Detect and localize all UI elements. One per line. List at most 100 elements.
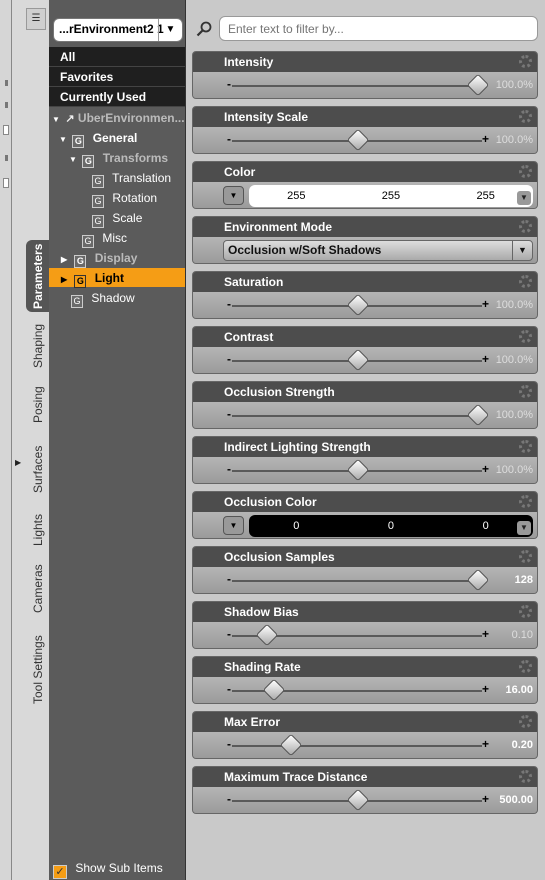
slider-knob[interactable] bbox=[466, 403, 490, 427]
filter-input[interactable] bbox=[219, 16, 538, 41]
chevron-down-icon[interactable]: ▼ bbox=[59, 135, 69, 144]
gear-icon[interactable] bbox=[519, 550, 532, 563]
param-value[interactable]: 100.0% bbox=[496, 134, 533, 146]
minus-icon[interactable]: - bbox=[227, 627, 231, 641]
tree-node-scale[interactable]: G Scale bbox=[92, 211, 142, 231]
color-channel-b[interactable]: 255 bbox=[476, 190, 494, 202]
slider-knob[interactable] bbox=[466, 73, 490, 97]
gear-icon[interactable] bbox=[519, 660, 532, 673]
param-value[interactable]: 0.20 bbox=[512, 739, 533, 751]
plus-icon[interactable]: + bbox=[482, 352, 489, 366]
tree-node-general[interactable]: ▼ G General bbox=[59, 131, 137, 151]
gear-icon[interactable] bbox=[519, 165, 532, 178]
color-picker-button[interactable]: ▼ bbox=[223, 516, 244, 535]
group-currently-used[interactable]: Currently Used bbox=[49, 87, 185, 107]
plus-icon[interactable]: + bbox=[482, 132, 489, 146]
param-value[interactable]: 100.0% bbox=[496, 299, 533, 311]
param-value[interactable]: 16.00 bbox=[505, 684, 533, 696]
color-picker-button[interactable]: ▼ bbox=[223, 186, 244, 205]
param-value[interactable]: 128 bbox=[515, 574, 533, 586]
color-channel-r[interactable]: 255 bbox=[287, 190, 305, 202]
tree-node-light[interactable]: ▶ G Light bbox=[61, 271, 124, 291]
chevron-down-icon[interactable]: ▼ bbox=[517, 191, 531, 205]
minus-icon[interactable]: - bbox=[227, 737, 231, 751]
plus-icon[interactable]: + bbox=[482, 297, 489, 311]
gear-icon[interactable] bbox=[519, 55, 532, 68]
tree-node-translation[interactable]: G Translation bbox=[92, 171, 171, 191]
minus-icon[interactable]: - bbox=[227, 352, 231, 366]
param-value[interactable]: 500.00 bbox=[499, 794, 533, 806]
plus-icon[interactable]: + bbox=[482, 682, 489, 696]
group-all[interactable]: All bbox=[49, 47, 185, 67]
slider-knob[interactable] bbox=[279, 733, 303, 757]
tab-tool-settings[interactable]: Tool Settings bbox=[26, 630, 50, 710]
pane-options-button[interactable]: ☰ bbox=[26, 8, 46, 30]
color-swatch[interactable]: 0 0 0 bbox=[249, 515, 533, 537]
node-selector[interactable]: ...rEnvironment2 1 ▼ bbox=[53, 18, 183, 42]
chevron-down-icon[interactable]: ▼ bbox=[69, 155, 79, 164]
minus-icon[interactable]: - bbox=[227, 572, 231, 586]
chevron-down-icon[interactable]: ▼ bbox=[158, 19, 182, 41]
gear-icon[interactable] bbox=[519, 605, 532, 618]
gear-icon[interactable] bbox=[519, 275, 532, 288]
gear-icon[interactable] bbox=[519, 495, 532, 508]
slider-knob[interactable] bbox=[346, 293, 370, 317]
slider-knob[interactable] bbox=[262, 678, 286, 702]
chevron-right-icon[interactable]: ▶ bbox=[61, 275, 71, 284]
tab-posing[interactable]: Posing bbox=[26, 380, 50, 430]
checkbox-checked-icon[interactable]: ✓ bbox=[53, 865, 67, 879]
slider-knob[interactable] bbox=[346, 348, 370, 372]
chevron-down-icon[interactable]: ▼ bbox=[517, 521, 531, 535]
slider-knob[interactable] bbox=[346, 458, 370, 482]
plus-icon[interactable]: + bbox=[482, 627, 489, 641]
slider-knob[interactable] bbox=[466, 568, 490, 592]
chevron-down-icon[interactable]: ▼ bbox=[52, 115, 62, 124]
gear-icon[interactable] bbox=[519, 770, 532, 783]
tab-lights[interactable]: Lights bbox=[26, 510, 50, 550]
slider-knob[interactable] bbox=[346, 788, 370, 812]
plus-icon[interactable]: + bbox=[482, 792, 489, 806]
tab-shaping[interactable]: Shaping bbox=[26, 320, 50, 372]
param-value[interactable]: 100.0% bbox=[496, 464, 533, 476]
slider-track[interactable] bbox=[232, 745, 482, 747]
slider-track[interactable] bbox=[232, 415, 482, 417]
gear-icon[interactable] bbox=[519, 330, 532, 343]
gear-icon[interactable] bbox=[519, 715, 532, 728]
tab-cameras[interactable]: Cameras bbox=[26, 560, 50, 618]
tree-node-transforms[interactable]: ▼ G Transforms bbox=[69, 151, 168, 171]
minus-icon[interactable]: - bbox=[227, 297, 231, 311]
minus-icon[interactable]: - bbox=[227, 792, 231, 806]
chevron-down-icon[interactable]: ▼ bbox=[512, 241, 532, 260]
slider-knob[interactable] bbox=[255, 623, 279, 647]
color-channel-r[interactable]: 0 bbox=[293, 520, 299, 532]
param-value[interactable]: 100.0% bbox=[496, 354, 533, 366]
tree-node-rotation[interactable]: G Rotation bbox=[92, 191, 157, 211]
tree-node-root[interactable]: ▼ ↗ UberEnvironmen... bbox=[52, 111, 185, 131]
minus-icon[interactable]: - bbox=[227, 132, 231, 146]
param-value[interactable]: 0.10 bbox=[512, 629, 533, 641]
expand-arrow-icon[interactable]: ▶ bbox=[15, 458, 21, 467]
chevron-right-icon[interactable]: ▶ bbox=[61, 255, 71, 264]
slider-track[interactable] bbox=[232, 580, 482, 582]
gear-icon[interactable] bbox=[519, 385, 532, 398]
tree-node-misc[interactable]: G Misc bbox=[82, 231, 127, 251]
minus-icon[interactable]: - bbox=[227, 462, 231, 476]
gear-icon[interactable] bbox=[519, 220, 532, 233]
param-value[interactable]: 100.0% bbox=[496, 409, 533, 421]
plus-icon[interactable]: + bbox=[482, 462, 489, 476]
minus-icon[interactable]: - bbox=[227, 682, 231, 696]
color-channel-g[interactable]: 0 bbox=[388, 520, 394, 532]
color-channel-b[interactable]: 0 bbox=[483, 520, 489, 532]
plus-icon[interactable]: + bbox=[482, 737, 489, 751]
minus-icon[interactable]: - bbox=[227, 77, 231, 91]
group-favorites[interactable]: Favorites bbox=[49, 67, 185, 87]
param-value[interactable]: 100.0% bbox=[496, 79, 533, 91]
tab-surfaces[interactable]: Surfaces bbox=[26, 440, 50, 498]
gear-icon[interactable] bbox=[519, 110, 532, 123]
minus-icon[interactable]: - bbox=[227, 407, 231, 421]
color-swatch[interactable]: 255 255 255 bbox=[249, 185, 533, 207]
environment-mode-select[interactable]: Occlusion w/Soft Shadows ▼ bbox=[223, 240, 533, 261]
tree-node-shadow[interactable]: G Shadow bbox=[71, 291, 135, 311]
slider-knob[interactable] bbox=[346, 128, 370, 152]
color-channel-g[interactable]: 255 bbox=[382, 190, 400, 202]
